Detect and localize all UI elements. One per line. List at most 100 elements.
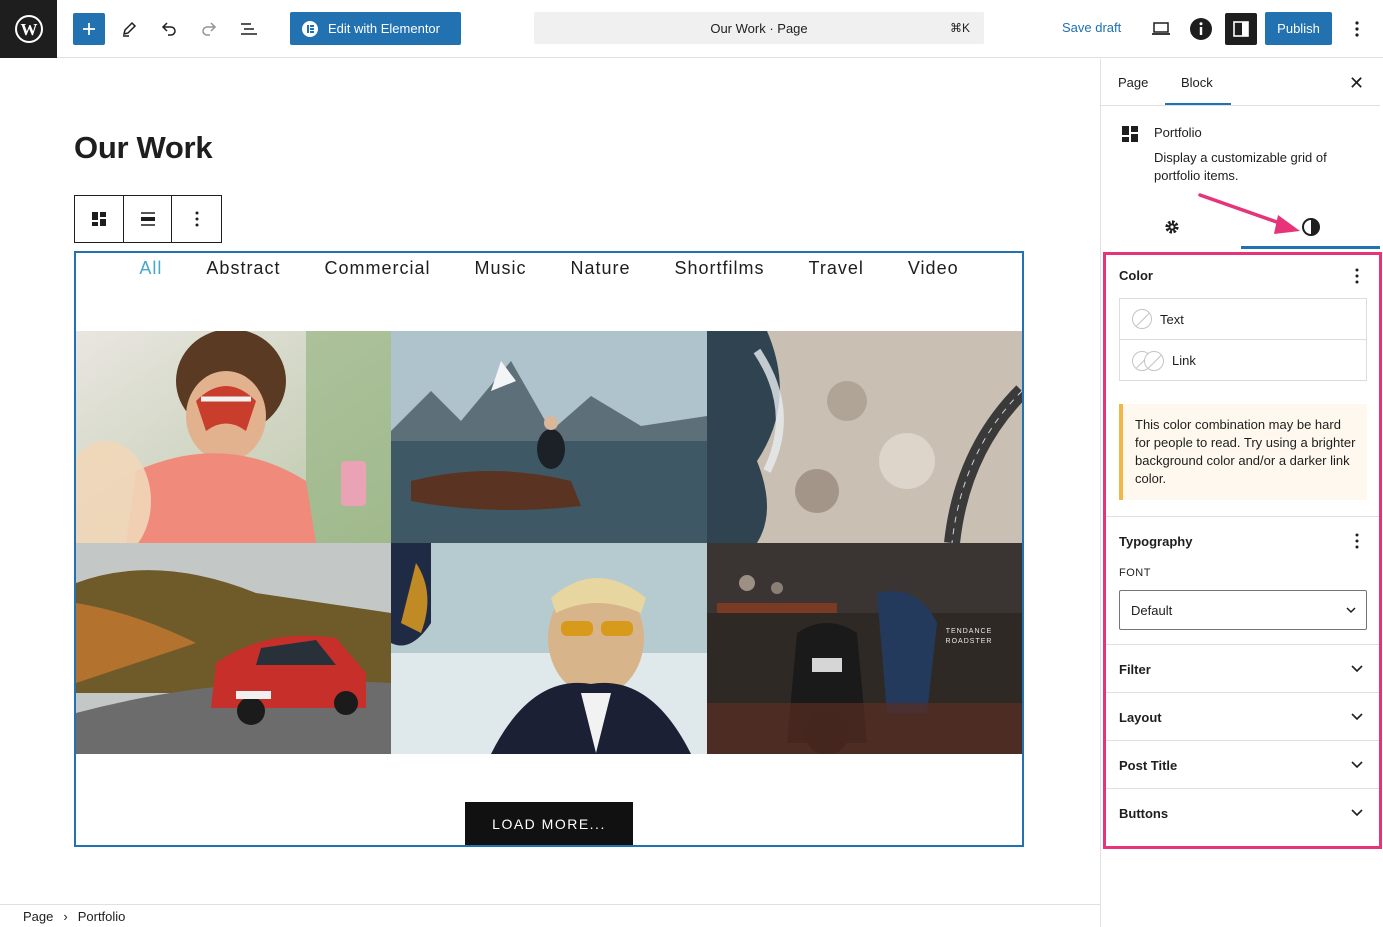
filter-panel[interactable]: Filter — [1106, 645, 1379, 693]
portfolio-item-mountain-lake[interactable] — [391, 331, 707, 543]
edit-with-elementor-button[interactable]: Edit with Elementor — [290, 12, 461, 45]
filter-music[interactable]: Music — [452, 258, 548, 279]
close-icon[interactable]: ✕ — [1349, 73, 1364, 94]
tile-overlay-text-2: ROADSTER — [946, 638, 993, 645]
filter-abstract[interactable]: Abstract — [184, 258, 302, 279]
active-tab-indicator — [1165, 103, 1231, 105]
breadcrumb-portfolio[interactable]: Portfolio — [78, 909, 126, 924]
undo-icon — [161, 22, 176, 36]
filter-commercial[interactable]: Commercial — [302, 258, 452, 279]
portfolio-item-aerial-coast[interactable] — [707, 331, 1022, 543]
color-panel: Color Text Link This color combination m… — [1106, 255, 1379, 517]
vertical-dots-icon — [1355, 21, 1359, 37]
tab-page[interactable]: Page — [1118, 75, 1148, 90]
command-palette-bar[interactable]: Our Work · Page ⌘K — [534, 12, 984, 44]
tools-button[interactable] — [113, 13, 145, 45]
color-text-label: Text — [1160, 311, 1184, 327]
redo-icon — [202, 22, 217, 36]
options-menu-button[interactable] — [1341, 13, 1373, 45]
laptop-icon — [1152, 22, 1170, 35]
tile-overlay-text-1: TENDANCE — [946, 628, 993, 635]
redo-button[interactable] — [193, 13, 225, 45]
document-title: Our Work · Page — [710, 20, 808, 36]
command-shortcut: ⌘K — [949, 21, 970, 35]
svg-text:W: W — [20, 20, 37, 39]
info-icon — [1190, 18, 1212, 40]
portfolio-grid-icon — [1122, 126, 1138, 142]
chevron-right-icon: › — [63, 908, 68, 924]
buttons-panel-title: Buttons — [1119, 806, 1169, 821]
contrast-warning: This color combination may be hard for p… — [1119, 404, 1367, 500]
elementor-icon — [302, 20, 318, 37]
info-button[interactable] — [1185, 13, 1217, 45]
layout-panel-title: Layout — [1119, 710, 1162, 725]
color-panel-title: Color — [1119, 268, 1153, 283]
vertical-dots-icon[interactable] — [1355, 533, 1359, 549]
buttons-panel[interactable]: Buttons — [1106, 789, 1379, 837]
font-label: FONT — [1119, 567, 1151, 579]
editor-top-bar: W Edit with Elementor Our Work · Page ⌘K… — [0, 0, 1383, 58]
typography-panel: Typography FONT Default — [1106, 517, 1379, 645]
chevron-down-icon — [1351, 665, 1363, 673]
chevron-down-icon — [1351, 713, 1363, 721]
gear-icon[interactable] — [1163, 218, 1181, 236]
block-type-button[interactable] — [75, 196, 124, 242]
filter-all[interactable]: All — [117, 258, 184, 279]
portfolio-filters: All Abstract Commercial Music Nature Sho… — [76, 258, 1022, 279]
filter-travel[interactable]: Travel — [787, 258, 886, 279]
block-options-button[interactable] — [172, 196, 221, 242]
undo-button[interactable] — [153, 13, 185, 45]
filter-panel-title: Filter — [1119, 662, 1151, 677]
vertical-dots-icon — [195, 211, 199, 227]
empty-swatch-icon — [1132, 309, 1152, 329]
annotation-arrow-icon — [1198, 193, 1300, 234]
portfolio-item-gold-glasses[interactable] — [391, 543, 707, 754]
post-title-panel-title: Post Title — [1119, 758, 1178, 773]
publish-button[interactable]: Publish — [1265, 12, 1332, 45]
vertical-dots-icon[interactable] — [1355, 268, 1359, 284]
chevron-down-icon — [1351, 761, 1363, 769]
portfolio-item-red-car[interactable] — [76, 543, 391, 754]
pencil-icon — [122, 21, 137, 37]
font-select[interactable]: Default — [1119, 590, 1367, 630]
sidebar-icon — [1233, 21, 1249, 37]
portfolio-grid: TENDANCE ROADSTER — [76, 331, 1022, 754]
sidebar-tabs: Page Block ✕ — [1101, 59, 1380, 106]
filter-nature[interactable]: Nature — [548, 258, 652, 279]
typography-panel-title: Typography — [1119, 534, 1193, 549]
tab-block[interactable]: Block — [1181, 75, 1213, 90]
plus-icon — [83, 23, 95, 35]
color-link-option[interactable]: Link — [1120, 340, 1366, 381]
settings-sidebar-toggle[interactable] — [1225, 13, 1257, 45]
block-toolbar — [74, 195, 222, 243]
save-draft-button[interactable]: Save draft — [1062, 20, 1121, 35]
portfolio-item-face-paint[interactable] — [76, 331, 391, 543]
block-name: Portfolio — [1154, 125, 1202, 140]
portfolio-grid-icon — [91, 212, 106, 226]
add-block-button[interactable] — [73, 13, 105, 45]
color-text-option[interactable]: Text — [1120, 299, 1366, 340]
portfolio-block[interactable]: All Abstract Commercial Music Nature Sho… — [74, 251, 1024, 847]
align-button[interactable] — [124, 196, 173, 242]
settings-sidebar: Page Block ✕ Portfolio Display a customi… — [1100, 59, 1383, 927]
chevron-down-icon — [1346, 607, 1356, 614]
filter-video[interactable]: Video — [886, 258, 981, 279]
edit-with-elementor-label: Edit with Elementor — [328, 21, 440, 36]
font-select-value: Default — [1131, 602, 1173, 618]
block-breadcrumb: Page › Portfolio — [0, 904, 1100, 927]
post-title-panel[interactable]: Post Title — [1106, 741, 1379, 789]
breadcrumb-page[interactable]: Page — [23, 909, 53, 924]
double-swatch-icon — [1132, 350, 1164, 371]
layout-panel[interactable]: Layout — [1106, 693, 1379, 741]
preview-button[interactable] — [1145, 13, 1177, 45]
block-description: Display a customizable grid of portfolio… — [1154, 150, 1327, 183]
portfolio-item-workshop-motorcycle[interactable]: TENDANCE ROADSTER — [707, 543, 1022, 754]
list-view-icon — [241, 23, 257, 35]
load-more-button[interactable]: LOAD MORE... — [465, 802, 633, 845]
styles-highlight-box: Color Text Link This color combination m… — [1103, 252, 1382, 849]
active-style-tab-indicator — [1241, 246, 1380, 249]
page-title[interactable]: Our Work — [74, 130, 213, 166]
filter-shortfilms[interactable]: Shortfilms — [653, 258, 787, 279]
wordpress-logo-icon[interactable]: W — [0, 0, 57, 58]
document-overview-button[interactable] — [233, 13, 265, 45]
